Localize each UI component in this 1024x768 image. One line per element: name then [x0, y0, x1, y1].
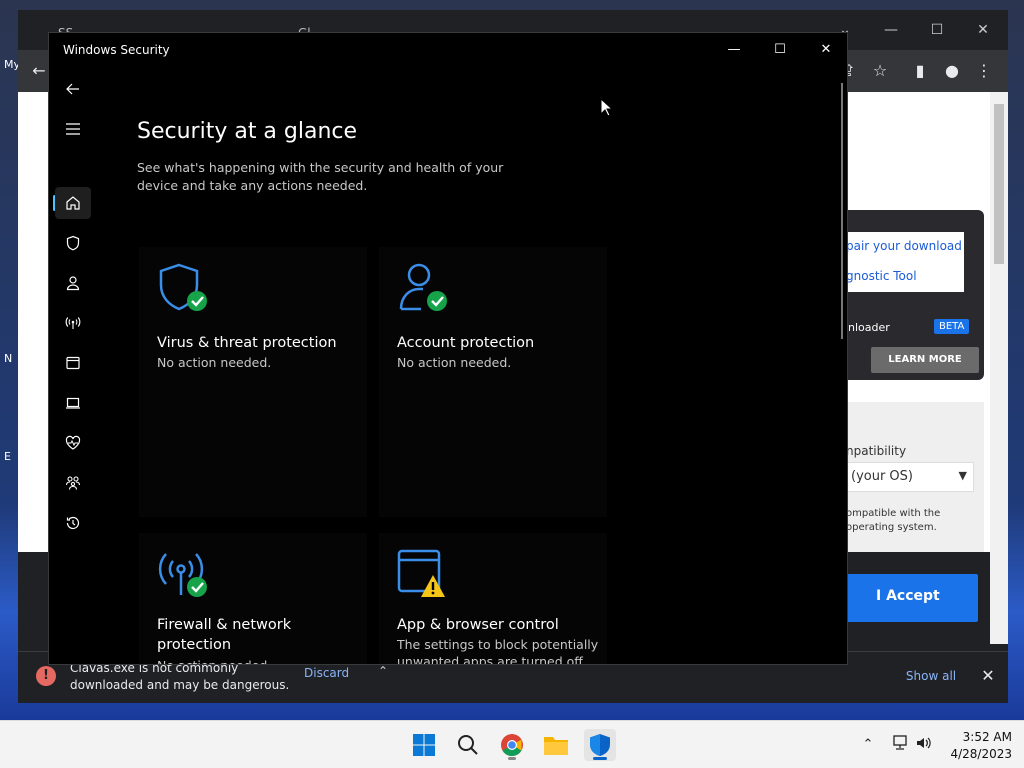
- os-select-value: (your OS): [851, 469, 913, 484]
- network-icon[interactable]: [890, 735, 910, 755]
- windows-security-window: Windows Security — ☐ ✕ Security at a gla…: [48, 32, 848, 665]
- virus-threat-tile[interactable]: Virus & threat protection No action need…: [139, 247, 367, 517]
- download-warning-text: Clavas.exe is not commonly downloaded an…: [70, 660, 290, 694]
- app-browser-control-tile[interactable]: App & browser control The settings to bl…: [379, 533, 607, 665]
- download-warning-line: downloaded and may be dangerous.: [70, 678, 290, 692]
- compat-note: ompatible with the: [846, 508, 941, 519]
- content-scrollbar[interactable]: [841, 83, 843, 339]
- navigation-rail: [49, 67, 97, 664]
- windows-security-icon[interactable]: [584, 729, 616, 761]
- discard-button[interactable]: Discard: [304, 666, 349, 680]
- chevron-up-icon[interactable]: ⌃: [378, 664, 388, 678]
- tile-status: No action needed.: [397, 355, 512, 370]
- family-options-icon[interactable]: [55, 467, 91, 499]
- mouse-cursor-icon: [600, 97, 614, 122]
- page-title: Security at a glance: [137, 119, 358, 144]
- device-security-laptop-icon[interactable]: [55, 387, 91, 419]
- close-icon[interactable]: ✕: [803, 37, 847, 63]
- minimize-icon[interactable]: —: [868, 16, 914, 44]
- star-icon[interactable]: ☆: [869, 60, 891, 82]
- compat-note: operating system.: [846, 522, 937, 533]
- account-protection-tile[interactable]: Account protection No action needed.: [379, 247, 607, 517]
- back-icon[interactable]: [55, 73, 91, 105]
- page-subtitle: See what's happening with the security a…: [137, 160, 504, 193]
- window-title: Windows Security: [63, 43, 170, 57]
- volume-icon[interactable]: [914, 735, 934, 755]
- site-link[interactable]: gnostic Tool: [846, 262, 964, 292]
- maximize-icon[interactable]: ☐: [914, 16, 960, 44]
- settings-gear-icon[interactable]: [55, 659, 91, 664]
- clock-date[interactable]: 4/28/2023: [946, 747, 1012, 761]
- site-heading: nloader: [848, 321, 890, 334]
- account-person-icon: [397, 261, 449, 317]
- shield-icon[interactable]: [55, 227, 91, 259]
- scrollbar-thumb[interactable]: [994, 104, 1004, 264]
- app-browser-icon[interactable]: [55, 347, 91, 379]
- tile-status-line: unwanted apps are turned off.: [397, 654, 587, 665]
- file-explorer-icon[interactable]: [540, 729, 572, 761]
- menu-icon[interactable]: ⋮: [973, 60, 995, 82]
- device-health-heart-icon[interactable]: [55, 427, 91, 459]
- back-icon[interactable]: ←: [28, 60, 50, 82]
- tile-title-line: protection: [157, 637, 232, 653]
- site-link[interactable]: pair your download: [846, 232, 964, 262]
- account-icon[interactable]: [55, 267, 91, 299]
- tile-status: No action needed.: [157, 355, 272, 370]
- accept-button[interactable]: I Accept: [846, 574, 978, 622]
- tile-title: App & browser control: [397, 617, 559, 633]
- protection-history-icon[interactable]: [55, 507, 91, 539]
- tile-status: No action needed.: [157, 657, 271, 664]
- dropdown-arrow-icon: ▼: [958, 469, 967, 482]
- tile-title-line: Firewall & network: [157, 617, 292, 633]
- profile-icon[interactable]: ●: [941, 60, 963, 82]
- side-panel-icon[interactable]: ▮: [909, 60, 931, 82]
- os-select[interactable]: (your OS) ▼: [846, 462, 974, 492]
- show-all-button[interactable]: Show all: [898, 664, 964, 688]
- app-browser-window-icon: [397, 547, 449, 603]
- home-icon[interactable]: [55, 187, 91, 219]
- tile-title: Account protection: [397, 335, 535, 351]
- maximize-icon[interactable]: ☐: [757, 37, 803, 63]
- tile-title: Firewall & network protection: [157, 615, 291, 655]
- clock-time[interactable]: 3:52 AM: [946, 730, 1012, 744]
- close-icon[interactable]: ✕: [960, 16, 1006, 44]
- firewall-antenna-icon: [157, 547, 209, 603]
- learn-more-button[interactable]: LEARN MORE: [871, 347, 979, 373]
- tile-status-line: The settings to block potentially: [397, 637, 599, 652]
- start-icon[interactable]: [408, 729, 440, 761]
- tile-status: The settings to block potentially unwant…: [397, 636, 599, 665]
- warning-icon: !: [36, 666, 56, 686]
- window-titlebar: Windows Security — ☐ ✕: [49, 33, 847, 67]
- minimize-icon[interactable]: —: [711, 37, 757, 63]
- running-indicator: [508, 757, 516, 760]
- beta-badge: BETA: [934, 319, 970, 334]
- compat-label: npatibility: [846, 444, 907, 458]
- search-icon[interactable]: [452, 729, 484, 761]
- virus-shield-icon: [157, 261, 209, 317]
- firewall-antenna-icon[interactable]: [55, 307, 91, 339]
- chevron-up-icon[interactable]: ⌃: [858, 735, 878, 755]
- hamburger-menu-icon[interactable]: [55, 113, 91, 145]
- chrome-icon[interactable]: [496, 729, 528, 761]
- tile-title: Virus & threat protection: [157, 335, 337, 351]
- close-icon[interactable]: ✕: [976, 664, 1000, 688]
- page-scrollbar[interactable]: [990, 92, 1008, 644]
- taskbar: ⌃ 3:52 AM 4/28/2023: [0, 720, 1024, 768]
- running-indicator: [593, 757, 607, 760]
- firewall-network-tile[interactable]: Firewall & network protection No action …: [139, 533, 367, 664]
